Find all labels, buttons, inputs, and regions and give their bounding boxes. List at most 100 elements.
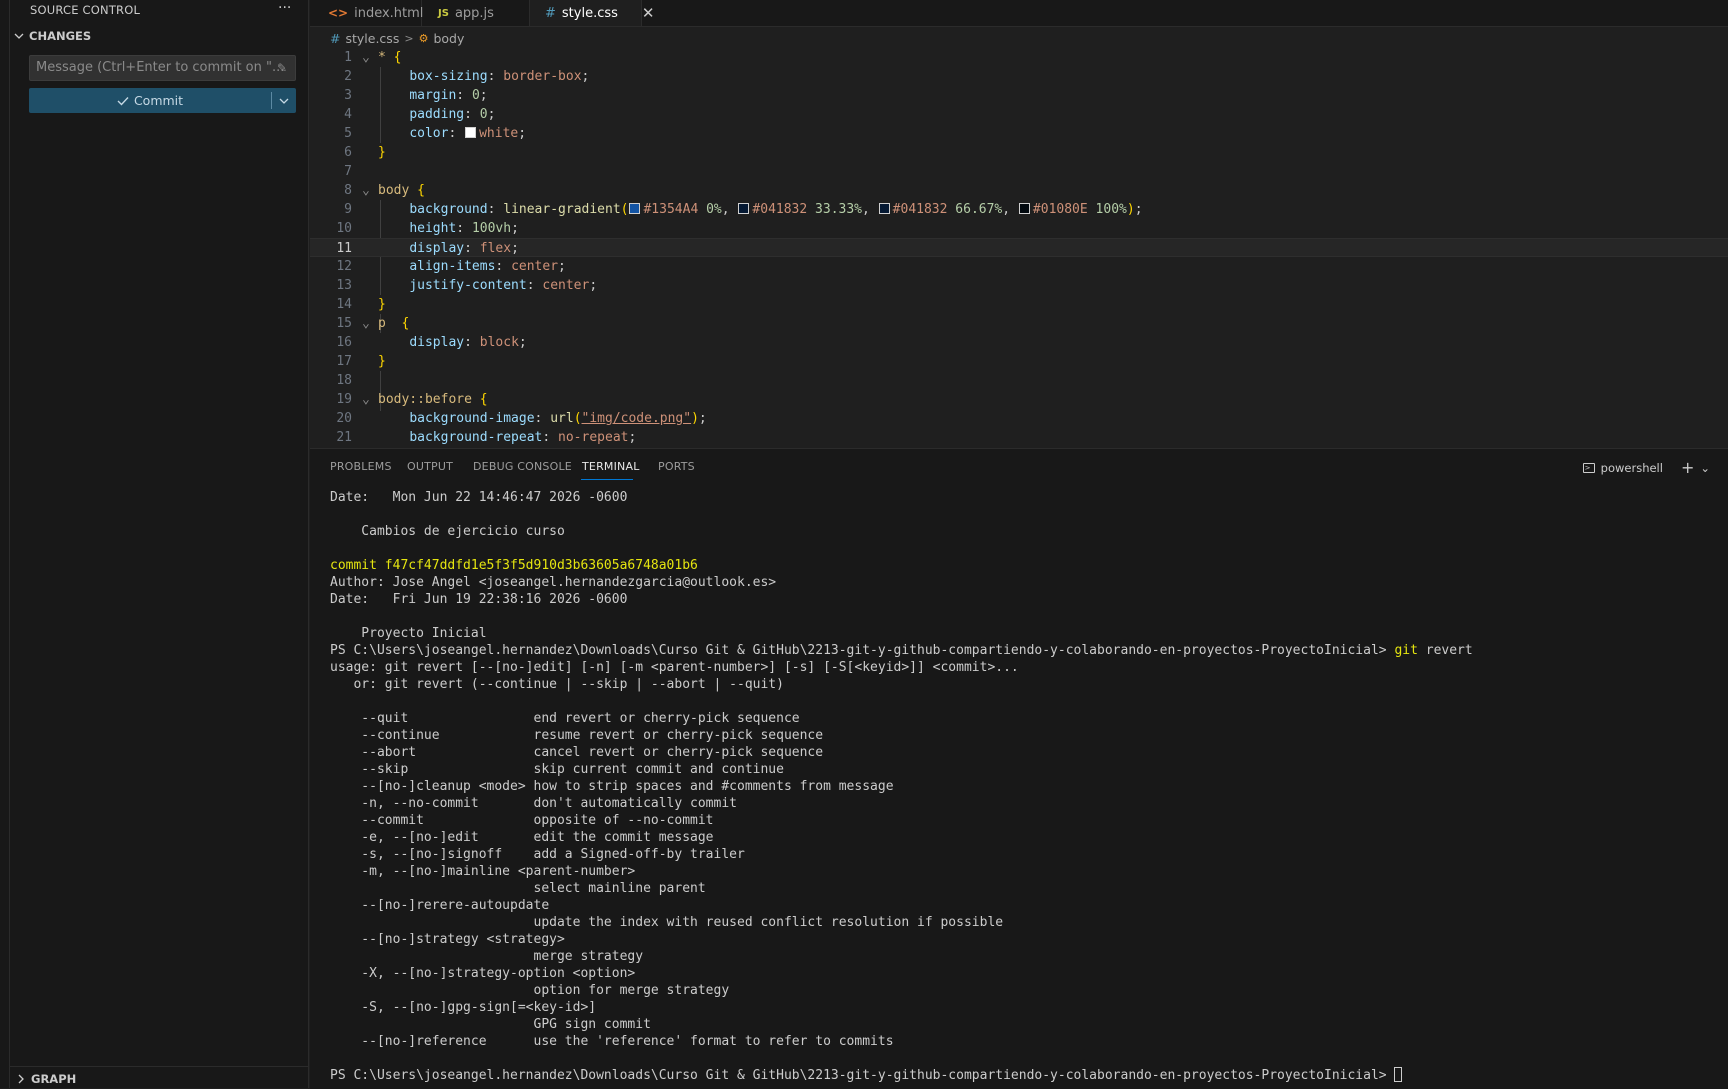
sparkle-icon[interactable]: ✎ xyxy=(277,56,287,80)
more-actions-icon[interactable]: ··· xyxy=(278,0,291,16)
line-number: 5 xyxy=(344,126,352,141)
terminal-line: -s, --[no-]signoff add a Signed-off-by t… xyxy=(330,847,745,862)
line-number: 1 xyxy=(344,50,352,65)
code-line-current: 11 display: flex; xyxy=(310,238,1728,257)
token: { xyxy=(401,316,410,331)
tab-index-html[interactable]: <> index.html xyxy=(310,0,423,26)
line-number: 15 xyxy=(336,316,352,331)
terminal-line: usage: git revert [--[no-]edit] [-n] [-m… xyxy=(330,660,1019,675)
changes-section-header[interactable]: CHANGES xyxy=(14,29,91,43)
token: padding xyxy=(409,107,465,122)
terminal-line: --continue resume revert or cherry-pick … xyxy=(330,728,824,743)
token: } xyxy=(378,297,386,312)
terminal-line: -e, --[no-]edit edit the commit message xyxy=(330,830,714,845)
token: display xyxy=(409,335,465,350)
code-line: 4 padding: 0; xyxy=(310,105,1728,124)
active-tab-indicator xyxy=(581,479,633,480)
code-line: 8 ⌄ body { xyxy=(310,181,1728,200)
terminal-line: update the index with reused conflict re… xyxy=(330,915,1004,930)
color-swatch[interactable] xyxy=(878,203,890,214)
token: background-image xyxy=(409,411,535,426)
token: 100% xyxy=(1095,202,1127,217)
token: white xyxy=(479,126,519,141)
line-number: 10 xyxy=(336,221,352,236)
close-icon[interactable]: ✕ xyxy=(642,4,655,22)
terminal-line: --[no-]rerere-autoupdate xyxy=(330,898,550,913)
line-number: 16 xyxy=(336,335,352,350)
fold-chevron-icon[interactable]: ⌄ xyxy=(362,390,370,409)
commit-message-placeholder: Message (Ctrl+Enter to commit on "... xyxy=(36,60,285,75)
token: #041832 xyxy=(892,202,948,217)
graph-section-header[interactable]: GRAPH xyxy=(16,1072,76,1086)
line-number: 17 xyxy=(336,354,352,369)
breadcrumb: # style.css > ⚙ body xyxy=(330,29,464,47)
code-line: 5 color: white; xyxy=(310,124,1728,143)
code-line: 20 background-image: url("img/code.png")… xyxy=(310,409,1728,428)
terminal-line: --commit opposite of --no-commit xyxy=(330,813,714,828)
token: box-sizing xyxy=(409,69,488,84)
terminal-controls: > powershell + ⌄ xyxy=(1582,458,1710,477)
tab-app-js[interactable]: JS app.js xyxy=(422,0,530,26)
tab-style-css[interactable]: # style.css ✕ xyxy=(530,0,654,26)
symbol-icon: ⚙ xyxy=(418,31,429,45)
terminal-line: PS C:\Users\joseangel.hernandez\Download… xyxy=(330,1067,1403,1084)
code-line: 1 ⌄ * { xyxy=(310,48,1728,67)
line-number: 8 xyxy=(344,183,352,198)
tab-output[interactable]: OUTPUT xyxy=(407,460,453,473)
shell-name[interactable]: powershell xyxy=(1601,461,1663,475)
token: background-repeat xyxy=(409,430,543,445)
token: margin xyxy=(409,88,457,103)
code-line: 3 margin: 0; xyxy=(310,86,1728,105)
terminal-line: Proyecto Inicial xyxy=(330,626,487,641)
token: 0% xyxy=(706,202,722,217)
terminal-line: or: git revert (--continue | --skip | --… xyxy=(330,677,784,692)
token: flex xyxy=(479,241,512,256)
token[interactable]: "img/code.png" xyxy=(582,411,692,426)
token: 33.33% xyxy=(815,202,863,217)
color-swatch[interactable] xyxy=(738,203,750,214)
chevron-right-icon xyxy=(18,1074,24,1084)
terminal-line: Cambios de ejercicio curso xyxy=(330,524,565,539)
fold-chevron-icon[interactable]: ⌄ xyxy=(362,48,370,67)
css-file-icon: # xyxy=(545,5,556,21)
color-swatch[interactable] xyxy=(1018,203,1030,214)
code-line: 16 display: block; xyxy=(310,333,1728,352)
terminal-line: --abort cancel revert or cherry-pick seq… xyxy=(330,745,824,760)
code-line: 19 ⌄ body::before { xyxy=(310,390,1728,409)
tab-terminal[interactable]: TERMINAL xyxy=(582,460,640,473)
token: center xyxy=(542,278,590,293)
tab-debug-console[interactable]: DEBUG CONSOLE xyxy=(473,460,572,473)
token: { xyxy=(393,50,402,65)
tab-problems[interactable]: PROBLEMS xyxy=(330,460,392,473)
breadcrumb-file[interactable]: style.css xyxy=(345,31,399,46)
color-swatch[interactable] xyxy=(629,203,641,214)
add-terminal-icon[interactable]: + xyxy=(1681,458,1694,477)
code-editor[interactable]: 1 ⌄ * { 2 box-sizing: border-box; 3 margin… xyxy=(310,48,1728,448)
terminal-line: -X, --[no-]strategy-option <option> xyxy=(330,966,636,981)
commit-message-input[interactable]: Message (Ctrl+Enter to commit on "... ✎ xyxy=(29,55,296,81)
graph-label: GRAPH xyxy=(31,1072,77,1086)
source-control-sidebar: SOURCE CONTROL ··· CHANGES Message (Ctrl… xyxy=(0,0,309,1088)
terminal-output[interactable]: Date: Mon Jun 22 14:46:47 2026 -0600 Cam… xyxy=(330,489,1720,1089)
terminal-line: PS C:\Users\joseangel.hernandez\Download… xyxy=(330,643,1473,658)
token: * xyxy=(378,50,386,65)
commit-button[interactable]: Commit xyxy=(29,88,271,113)
bottom-panel: PROBLEMS OUTPUT DEBUG CONSOLE TERMINAL P… xyxy=(310,448,1728,1089)
token: height xyxy=(409,221,457,236)
chevron-down-icon[interactable]: ⌄ xyxy=(1700,461,1710,475)
fold-chevron-icon[interactable]: ⌄ xyxy=(362,181,370,200)
terminal-line: --[no-]cleanup <mode> how to strip space… xyxy=(330,779,894,794)
tab-ports[interactable]: PORTS xyxy=(658,460,695,473)
code-line: 10 height: 100vh; xyxy=(310,219,1728,238)
fold-chevron-icon[interactable]: ⌄ xyxy=(362,314,370,333)
breadcrumb-symbol[interactable]: body xyxy=(433,31,464,46)
token: } xyxy=(378,145,386,160)
token: url xyxy=(550,411,574,426)
terminal-line: commit f47cf47ddfd1e5f3f5d910d3b63605a67… xyxy=(330,558,698,573)
line-number: 4 xyxy=(344,107,352,122)
token: 66.67% xyxy=(955,202,1003,217)
color-swatch[interactable] xyxy=(465,127,477,138)
token: background xyxy=(409,202,488,217)
commit-dropdown-button[interactable] xyxy=(272,88,296,113)
html-file-icon: <> xyxy=(328,6,349,20)
